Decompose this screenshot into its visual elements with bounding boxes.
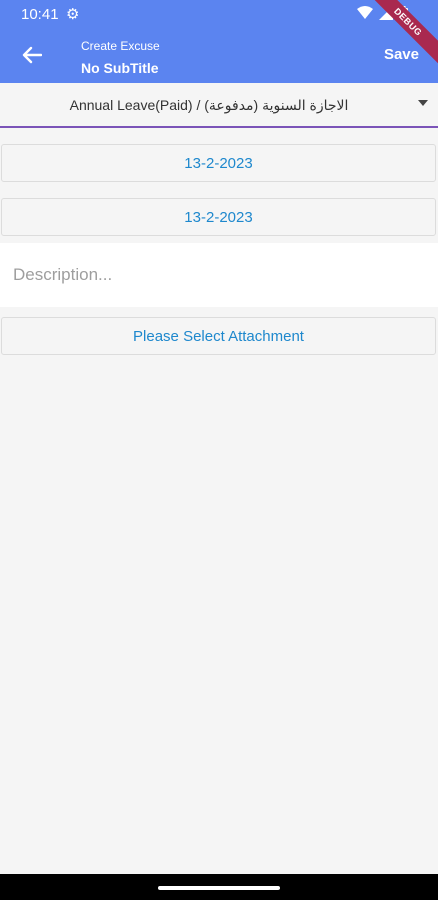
status-time: 10:41 [21,6,59,23]
home-indicator[interactable] [158,886,280,890]
attachment-button[interactable]: Please Select Attachment [1,317,436,355]
navigation-bar [0,874,438,900]
settings-icon: ⚙ [66,6,80,23]
from-date-button[interactable]: 13-2-2023 [1,144,436,182]
page-subtitle: No SubTitle [81,60,159,76]
app-bar: Create Excuse No SubTitle Save [0,29,438,83]
back-button[interactable] [16,39,48,71]
status-bar: 10:41 ⚙ [0,0,438,29]
leave-type-dropdown[interactable]: Annual Leave(Paid) / الاجازة السنوية (مد… [0,84,438,128]
to-date-button[interactable]: 13-2-2023 [1,198,436,236]
description-placeholder: Description... [13,265,113,284]
caret-down-icon [418,100,428,106]
wifi-icon [357,6,373,19]
arrow-left-icon [22,46,42,64]
description-field[interactable]: Description... [0,243,438,307]
save-button[interactable]: Save [384,46,419,63]
leave-type-value: Annual Leave(Paid) / الاجازة السنوية (مد… [69,96,349,113]
page-title: Create Excuse [81,39,160,53]
top-bar: 10:41 ⚙ Create Excuse No SubTitle Save D… [0,0,438,83]
